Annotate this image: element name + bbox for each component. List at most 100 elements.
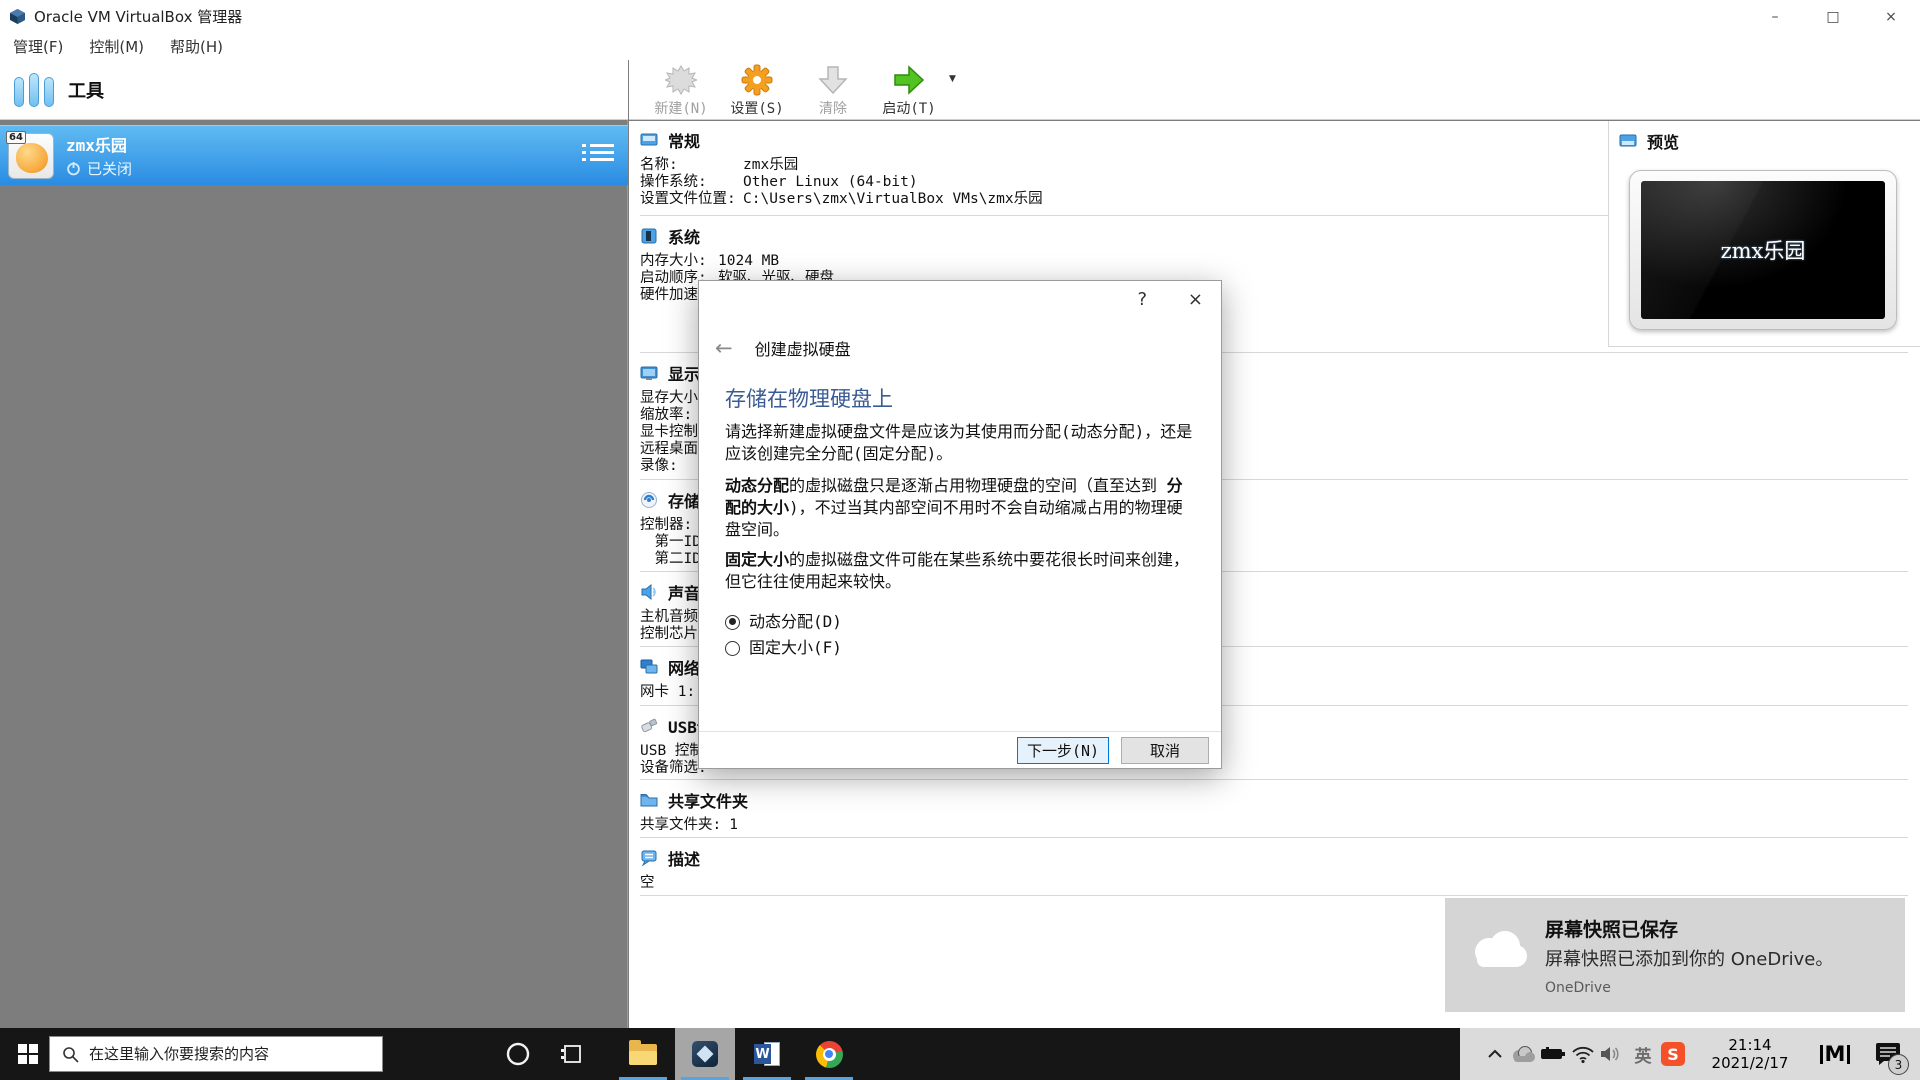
start-icon: [893, 64, 925, 96]
vm-state-label: 已关闭: [87, 158, 132, 179]
preview-panel: 预览 zmx乐园: [1608, 121, 1920, 347]
titlebar: Oracle VM VirtualBox 管理器 – □ ×: [0, 0, 1920, 33]
dialog-back-icon[interactable]: ←: [715, 336, 733, 360]
toolbar: 新建(N) 设置(S) 清除: [629, 60, 1920, 120]
menu-manage[interactable]: 管理(F): [0, 33, 76, 60]
discard-icon: [818, 64, 848, 96]
next-button[interactable]: 下一步(N): [1017, 737, 1109, 764]
detail-row: 共享文件夹:1: [640, 817, 1908, 834]
speaker-icon: [1599, 1045, 1623, 1063]
ime-m-icon: M: [1820, 1045, 1851, 1064]
arch-badge: 64: [6, 131, 26, 144]
dialog-paragraph: 动态分配的虚拟磁盘只是逐渐占用物理硬盘的空间（直至达到 分配的大小)，不过当其内…: [725, 475, 1197, 541]
radio-fixed-size[interactable]: 固定大小(F): [725, 635, 1197, 661]
cloud-icon: [1510, 1045, 1536, 1063]
search-icon: [62, 1046, 79, 1063]
sogou-icon: S: [1661, 1042, 1685, 1066]
word-icon: W: [754, 1041, 780, 1067]
cancel-button[interactable]: 取消: [1121, 737, 1209, 764]
tray-expand-button[interactable]: [1480, 1028, 1510, 1080]
section-description: 描述 空: [640, 839, 1908, 896]
action-center-button[interactable]: 3: [1862, 1028, 1914, 1080]
preview-title: 预览: [1647, 129, 1679, 153]
dialog-close-button[interactable]: ×: [1188, 289, 1203, 310]
preview-monitor[interactable]: zmx乐园: [1629, 170, 1897, 330]
section-shared-folders: 共享文件夹 共享文件夹:1: [640, 781, 1908, 838]
detail-row: 操作系统:Other Linux (64-bit): [640, 174, 1608, 191]
battery-tray-button[interactable]: [1538, 1028, 1568, 1080]
chrome-icon: [816, 1041, 843, 1068]
audio-icon: [640, 583, 658, 601]
dialog-footer: 下一步(N) 取消: [699, 731, 1221, 768]
start-dropdown-caret[interactable]: ▼: [949, 74, 956, 84]
vm-list-item[interactable]: 64 zmx乐园 已关闭: [0, 125, 628, 185]
dialog-help-button[interactable]: ?: [1137, 289, 1147, 310]
sidebar: 工具 64 zmx乐园 已关闭: [0, 60, 628, 1028]
usb-icon: [640, 717, 658, 735]
create-virtual-disk-dialog: ? × ← 创建虚拟硬盘 存储在物理硬盘上 请选择新建虚拟硬盘文件是应该为其使用…: [698, 280, 1222, 769]
notification-title: 屏幕快照已保存: [1545, 915, 1833, 942]
storage-icon: [640, 491, 658, 509]
sogou-tray-button[interactable]: S: [1658, 1028, 1688, 1080]
close-button[interactable]: ×: [1862, 0, 1920, 33]
dialog-paragraph: 请选择新建虚拟硬盘文件是应该为其使用而分配(动态分配)，还是应该创建完全分配(固…: [725, 421, 1197, 465]
tools-icon: [14, 73, 54, 107]
general-icon: [640, 131, 658, 149]
window-title: Oracle VM VirtualBox 管理器: [34, 6, 242, 27]
virtualbox-app[interactable]: [675, 1028, 735, 1080]
word-app[interactable]: W: [737, 1028, 797, 1080]
start-button[interactable]: 启动(T): [871, 60, 947, 118]
date-label: 2021/2/17: [1712, 1054, 1789, 1072]
discard-button[interactable]: 清除: [795, 60, 871, 118]
tools-row[interactable]: 工具: [0, 60, 628, 120]
radio-selected-icon[interactable]: [725, 615, 740, 630]
task-view-button[interactable]: [548, 1028, 596, 1080]
dialog-body: 请选择新建虚拟硬盘文件是应该为其使用而分配(动态分配)，还是应该创建完全分配(固…: [725, 421, 1197, 661]
description-icon: [640, 849, 658, 867]
dialog-paragraph: 固定大小的虚拟磁盘文件可能在某些系统中要花很长时间来创建，但它往往使用起来较快。: [725, 549, 1197, 593]
dialog-heading: 存储在物理硬盘上: [725, 383, 893, 413]
virtualbox-icon: [692, 1041, 718, 1067]
volume-tray-button[interactable]: [1596, 1028, 1626, 1080]
settings-icon: [741, 64, 773, 96]
menubar: 管理(F) 控制(M) 帮助(H): [0, 33, 1920, 60]
new-vm-icon: [665, 64, 697, 96]
taskbar: W 英 S: [0, 1028, 1920, 1080]
time-label: 21:14: [1728, 1036, 1771, 1054]
chevron-up-icon: [1487, 1049, 1503, 1059]
chrome-app[interactable]: [799, 1028, 859, 1080]
minimize-button[interactable]: –: [1746, 0, 1804, 33]
search-input[interactable]: [89, 1045, 382, 1063]
windows-logo-icon: [18, 1044, 38, 1064]
preview-vm-name: zmx乐园: [1721, 235, 1806, 265]
taskbar-search[interactable]: [49, 1036, 383, 1072]
section-general: 常规 名称:zmx乐园操作系统:Other Linux (64-bit)设置文件…: [640, 121, 1608, 216]
vm-tools-menu-icon[interactable]: [590, 140, 614, 165]
wifi-tray-button[interactable]: [1568, 1028, 1598, 1080]
system-icon: [640, 227, 658, 245]
taskbar-clock[interactable]: 21:14 2021/2/17: [1695, 1028, 1805, 1080]
notification-source: OneDrive: [1545, 980, 1833, 996]
radio-dynamic-allocation[interactable]: 动态分配(D): [725, 609, 1197, 635]
ime-language-button[interactable]: 英: [1628, 1028, 1658, 1080]
display-icon: [640, 364, 658, 382]
radio-unselected-icon[interactable]: [725, 641, 740, 656]
settings-button[interactable]: 设置(S): [719, 60, 795, 118]
notification-body: 屏幕快照已添加到你的 OneDrive。: [1545, 945, 1833, 971]
shared-folders-icon: [640, 791, 658, 809]
cortana-button[interactable]: [494, 1028, 542, 1080]
file-explorer-app[interactable]: [613, 1028, 673, 1080]
wifi-icon: [1571, 1045, 1595, 1063]
preview-icon: [1619, 132, 1637, 150]
onedrive-tray-button[interactable]: [1508, 1028, 1538, 1080]
vm-name: zmx乐园: [66, 132, 132, 156]
menu-machine[interactable]: 控制(M): [76, 33, 157, 60]
menu-help[interactable]: 帮助(H): [157, 33, 236, 60]
onedrive-notification[interactable]: 屏幕快照已保存 屏幕快照已添加到你的 OneDrive。 OneDrive: [1445, 898, 1905, 1012]
start-button[interactable]: [8, 1028, 48, 1080]
vm-os-icon: 64: [8, 133, 54, 179]
maximize-button[interactable]: □: [1804, 0, 1862, 33]
cortana-icon: [505, 1041, 531, 1067]
ime-mode-button[interactable]: M: [1815, 1028, 1855, 1080]
new-vm-button[interactable]: 新建(N): [643, 60, 719, 118]
